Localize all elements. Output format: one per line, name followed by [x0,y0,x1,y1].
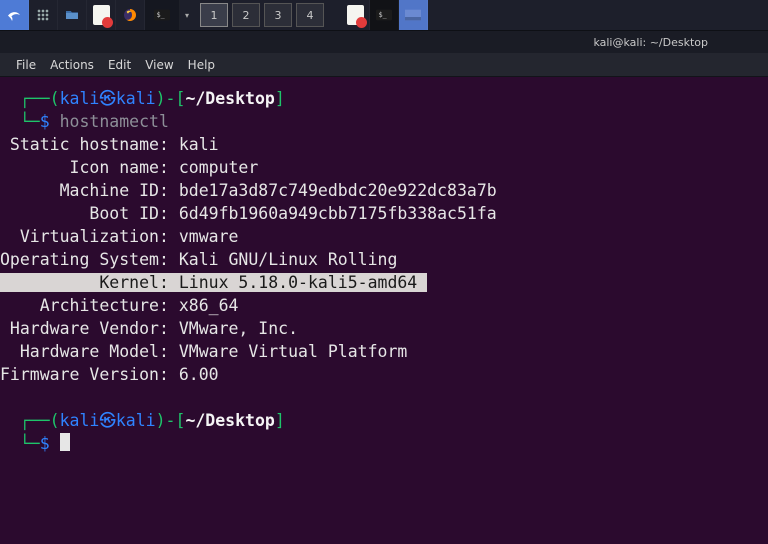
menubar: File Actions Edit View Help [0,53,768,77]
menu-help[interactable]: Help [182,55,221,75]
doc-badge-icon[interactable] [87,0,116,30]
menu-edit[interactable]: Edit [102,55,137,75]
terminal-content: ┌──(kali㉿kali)-[~/Desktop] └─$ hostnamec… [0,87,760,455]
window-title: kali@kali: ~/Desktop [593,36,708,49]
doc-badge-window[interactable] [341,0,370,30]
kali-menu-icon[interactable] [0,0,29,30]
cursor [60,433,70,451]
window-titlebar: kali@kali: ~/Desktop [0,31,768,53]
svg-text:$_: $_ [157,11,165,19]
terminal-launcher-icon[interactable]: $_ [145,0,180,30]
terminal[interactable]: ┌──(kali㉿kali)-[~/Desktop] └─$ hostnamec… [0,77,768,544]
menu-actions[interactable]: Actions [44,55,100,75]
workspace-switcher: 1 2 3 4 [198,0,326,31]
svg-text:$_: $_ [379,11,387,19]
workspace-2[interactable]: 2 [232,3,260,27]
firefox-icon[interactable] [116,0,145,30]
taskbar: $_ ▾ 1 2 3 4 $_ [0,0,768,31]
activities-icon[interactable] [29,0,58,30]
terminal-window[interactable]: $_ [370,0,399,30]
workspace-4[interactable]: 4 [296,3,324,27]
workspace-3[interactable]: 3 [264,3,292,27]
menu-view[interactable]: View [139,55,179,75]
highlighted-app-window[interactable] [399,0,428,30]
menu-file[interactable]: File [10,55,42,75]
files-icon[interactable] [58,0,87,30]
workspace-1[interactable]: 1 [200,3,228,27]
launcher-chevron-icon[interactable]: ▾ [180,0,194,30]
